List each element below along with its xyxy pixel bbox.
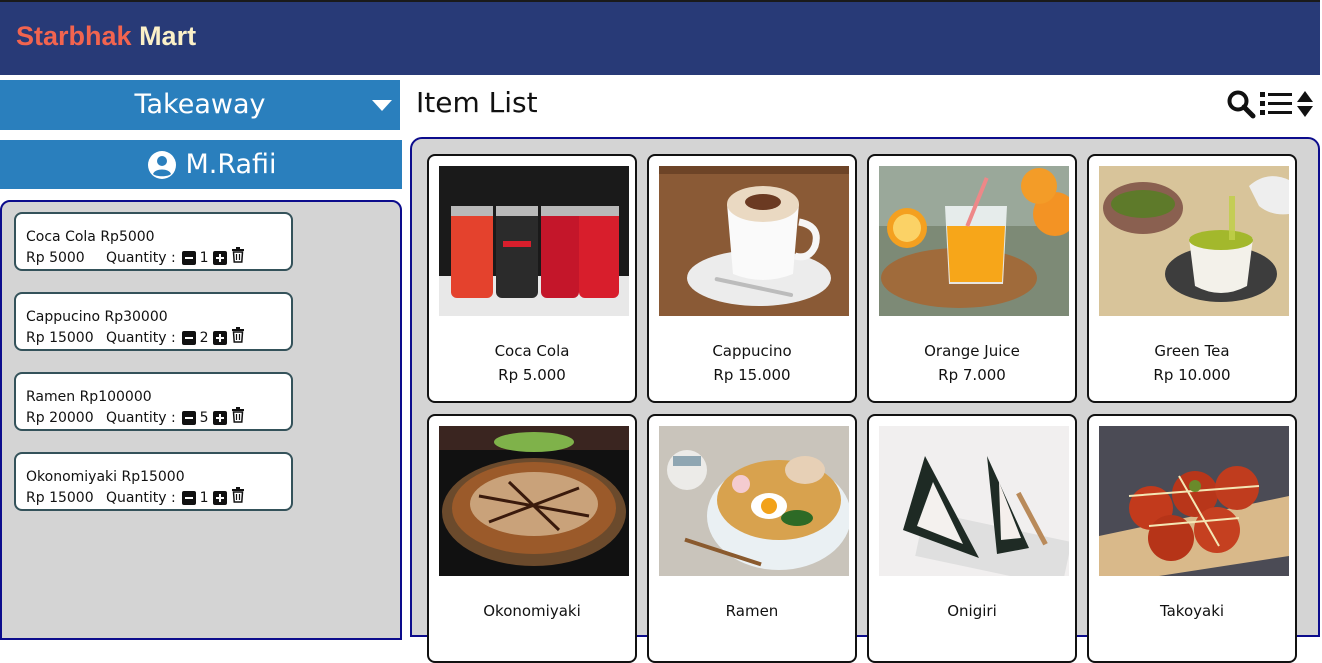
decrease-quantity-icon[interactable]: [181, 491, 196, 505]
product-name: Okonomiyaki: [483, 602, 581, 620]
brand-name-part1: Starbhak: [16, 21, 132, 51]
quantity-label: Quantity :: [106, 490, 176, 506]
cart-item-price: Rp 15000: [26, 330, 94, 346]
decrease-quantity-icon[interactable]: [181, 331, 196, 345]
product-image: [879, 426, 1069, 576]
decrease-quantity-icon[interactable]: [181, 251, 196, 265]
user-bar[interactable]: M.Rafii: [0, 140, 402, 189]
item-grid: Coca Cola Rp 5.000 Cappucino Rp 15.000 O…: [410, 137, 1320, 663]
product-name: Ramen: [725, 602, 779, 620]
trash-icon[interactable]: [231, 247, 245, 269]
cart-item-price: Rp 5000: [26, 250, 85, 266]
product-image: [1099, 426, 1289, 576]
order-type-label: Takeaway: [134, 89, 266, 120]
trash-icon[interactable]: [231, 407, 245, 429]
product-price: Rp 5.000: [498, 366, 566, 384]
product-name: Orange Juice: [924, 342, 1020, 360]
cart-item: Coca Cola Rp5000 Rp 5000 Quantity : 1: [14, 212, 293, 271]
increase-quantity-icon[interactable]: [212, 411, 227, 425]
quantity-value: 1: [199, 250, 209, 266]
product-card[interactable]: Coca Cola Rp 5.000: [427, 154, 637, 403]
cart-item-title: Ramen Rp100000: [26, 389, 152, 405]
quantity-value: 1: [199, 490, 209, 506]
product-card[interactable]: Orange Juice Rp 7.000: [867, 154, 1077, 403]
product-name: Takoyaki: [1159, 602, 1225, 620]
brand-name-part2: Mart: [139, 21, 197, 51]
page-title: Item List: [416, 86, 538, 119]
cart-item-title: Coca Cola Rp5000: [26, 229, 155, 245]
product-name: Onigiri: [947, 602, 997, 620]
product-image: [439, 426, 629, 576]
increase-quantity-icon[interactable]: [212, 491, 227, 505]
user-circle-icon: [147, 150, 177, 180]
product-card[interactable]: Cappucino Rp 15.000: [647, 154, 857, 403]
cart-item-title: Okonomiyaki Rp15000: [26, 469, 185, 485]
item-list-toolbar: [1226, 89, 1314, 119]
sort-icon[interactable]: [1296, 90, 1314, 118]
increase-quantity-icon[interactable]: [212, 251, 227, 265]
caret-down-icon: [372, 100, 392, 111]
brand-logo[interactable]: Starbhak Mart: [16, 21, 196, 52]
trash-icon[interactable]: [231, 327, 245, 349]
quantity-label: Quantity :: [106, 410, 176, 426]
decrease-quantity-icon[interactable]: [181, 411, 196, 425]
quantity-label: Quantity :: [106, 250, 176, 266]
search-icon[interactable]: [1226, 89, 1256, 119]
product-price: Rp 15.000: [713, 366, 791, 384]
trash-icon[interactable]: [231, 487, 245, 509]
product-price: Rp 7.000: [938, 366, 1006, 384]
top-bar: Starbhak Mart: [0, 0, 1320, 75]
increase-quantity-icon[interactable]: [212, 331, 227, 345]
quantity-value: 2: [199, 330, 209, 346]
user-name: M.Rafii: [185, 149, 277, 180]
order-type-dropdown[interactable]: Takeaway: [0, 80, 400, 130]
cart-item-price: Rp 15000: [26, 490, 94, 506]
product-image: [659, 166, 849, 316]
cart-panel: Coca Cola Rp5000 Rp 5000 Quantity : 1 Ca…: [0, 200, 402, 640]
product-name: Coca Cola: [494, 342, 570, 360]
product-image: [879, 166, 1069, 316]
product-image: [439, 166, 629, 316]
cart-item: Cappucino Rp30000 Rp 15000 Quantity : 2: [14, 292, 293, 351]
cart-item-title: Cappucino Rp30000: [26, 309, 168, 325]
product-price: Rp 10.000: [1153, 366, 1231, 384]
cart-item-price: Rp 20000: [26, 410, 94, 426]
product-image: [1099, 166, 1289, 316]
product-name: Green Tea: [1154, 342, 1230, 360]
cart-item: Ramen Rp100000 Rp 20000 Quantity : 5: [14, 372, 293, 431]
product-image: [659, 426, 849, 576]
cart-item: Okonomiyaki Rp15000 Rp 15000 Quantity : …: [14, 452, 293, 511]
quantity-label: Quantity :: [106, 330, 176, 346]
product-card[interactable]: Green Tea Rp 10.000: [1087, 154, 1297, 403]
quantity-value: 5: [199, 410, 209, 426]
list-icon[interactable]: [1260, 91, 1292, 117]
product-name: Cappucino: [712, 342, 792, 360]
